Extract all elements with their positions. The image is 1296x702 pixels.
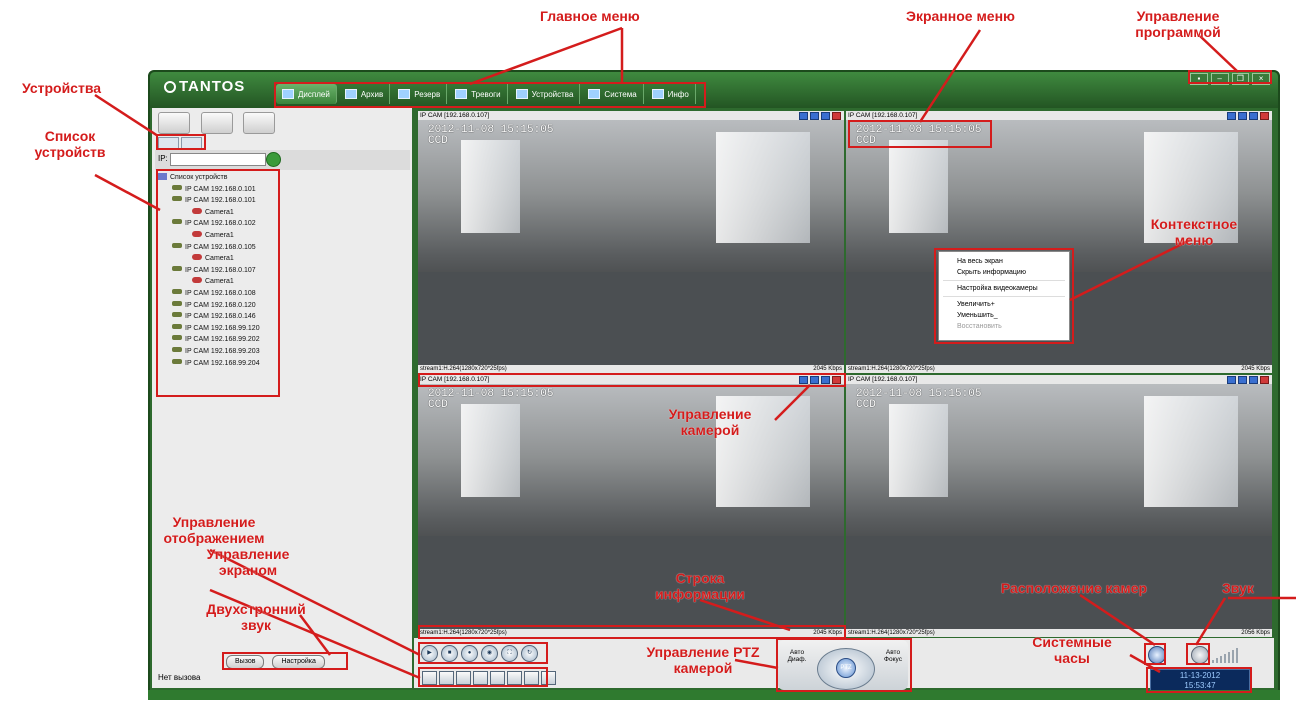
annotation-camera-control: Управление камерой (668, 406, 752, 438)
annotation-system-clock: Системные часы (1032, 634, 1112, 666)
annotation-context-menu: Контекстное меню (1150, 216, 1238, 248)
annotation-display-control: Управление отображением (163, 514, 265, 546)
annotation-two-way-audio: Двухстронний звук (206, 601, 306, 633)
annotation-camera-layout: Расположение камер (1000, 580, 1148, 596)
annotation-program-control: Управление программой (1135, 8, 1221, 40)
annotation-screen-control: Управление экраном (206, 546, 290, 578)
annotation-main-menu: Главное меню (540, 8, 640, 24)
annotation-sound: Звук (1222, 580, 1254, 596)
annotation-device-list: Список устройств (34, 128, 106, 160)
annotation-info-line: Строка информации (655, 570, 745, 602)
annotation-ptz-control: Управление PTZ камерой (646, 644, 760, 676)
annotation-screen-menu: Экранное меню (906, 8, 1015, 24)
annotation-devices: Устройства (22, 80, 102, 96)
